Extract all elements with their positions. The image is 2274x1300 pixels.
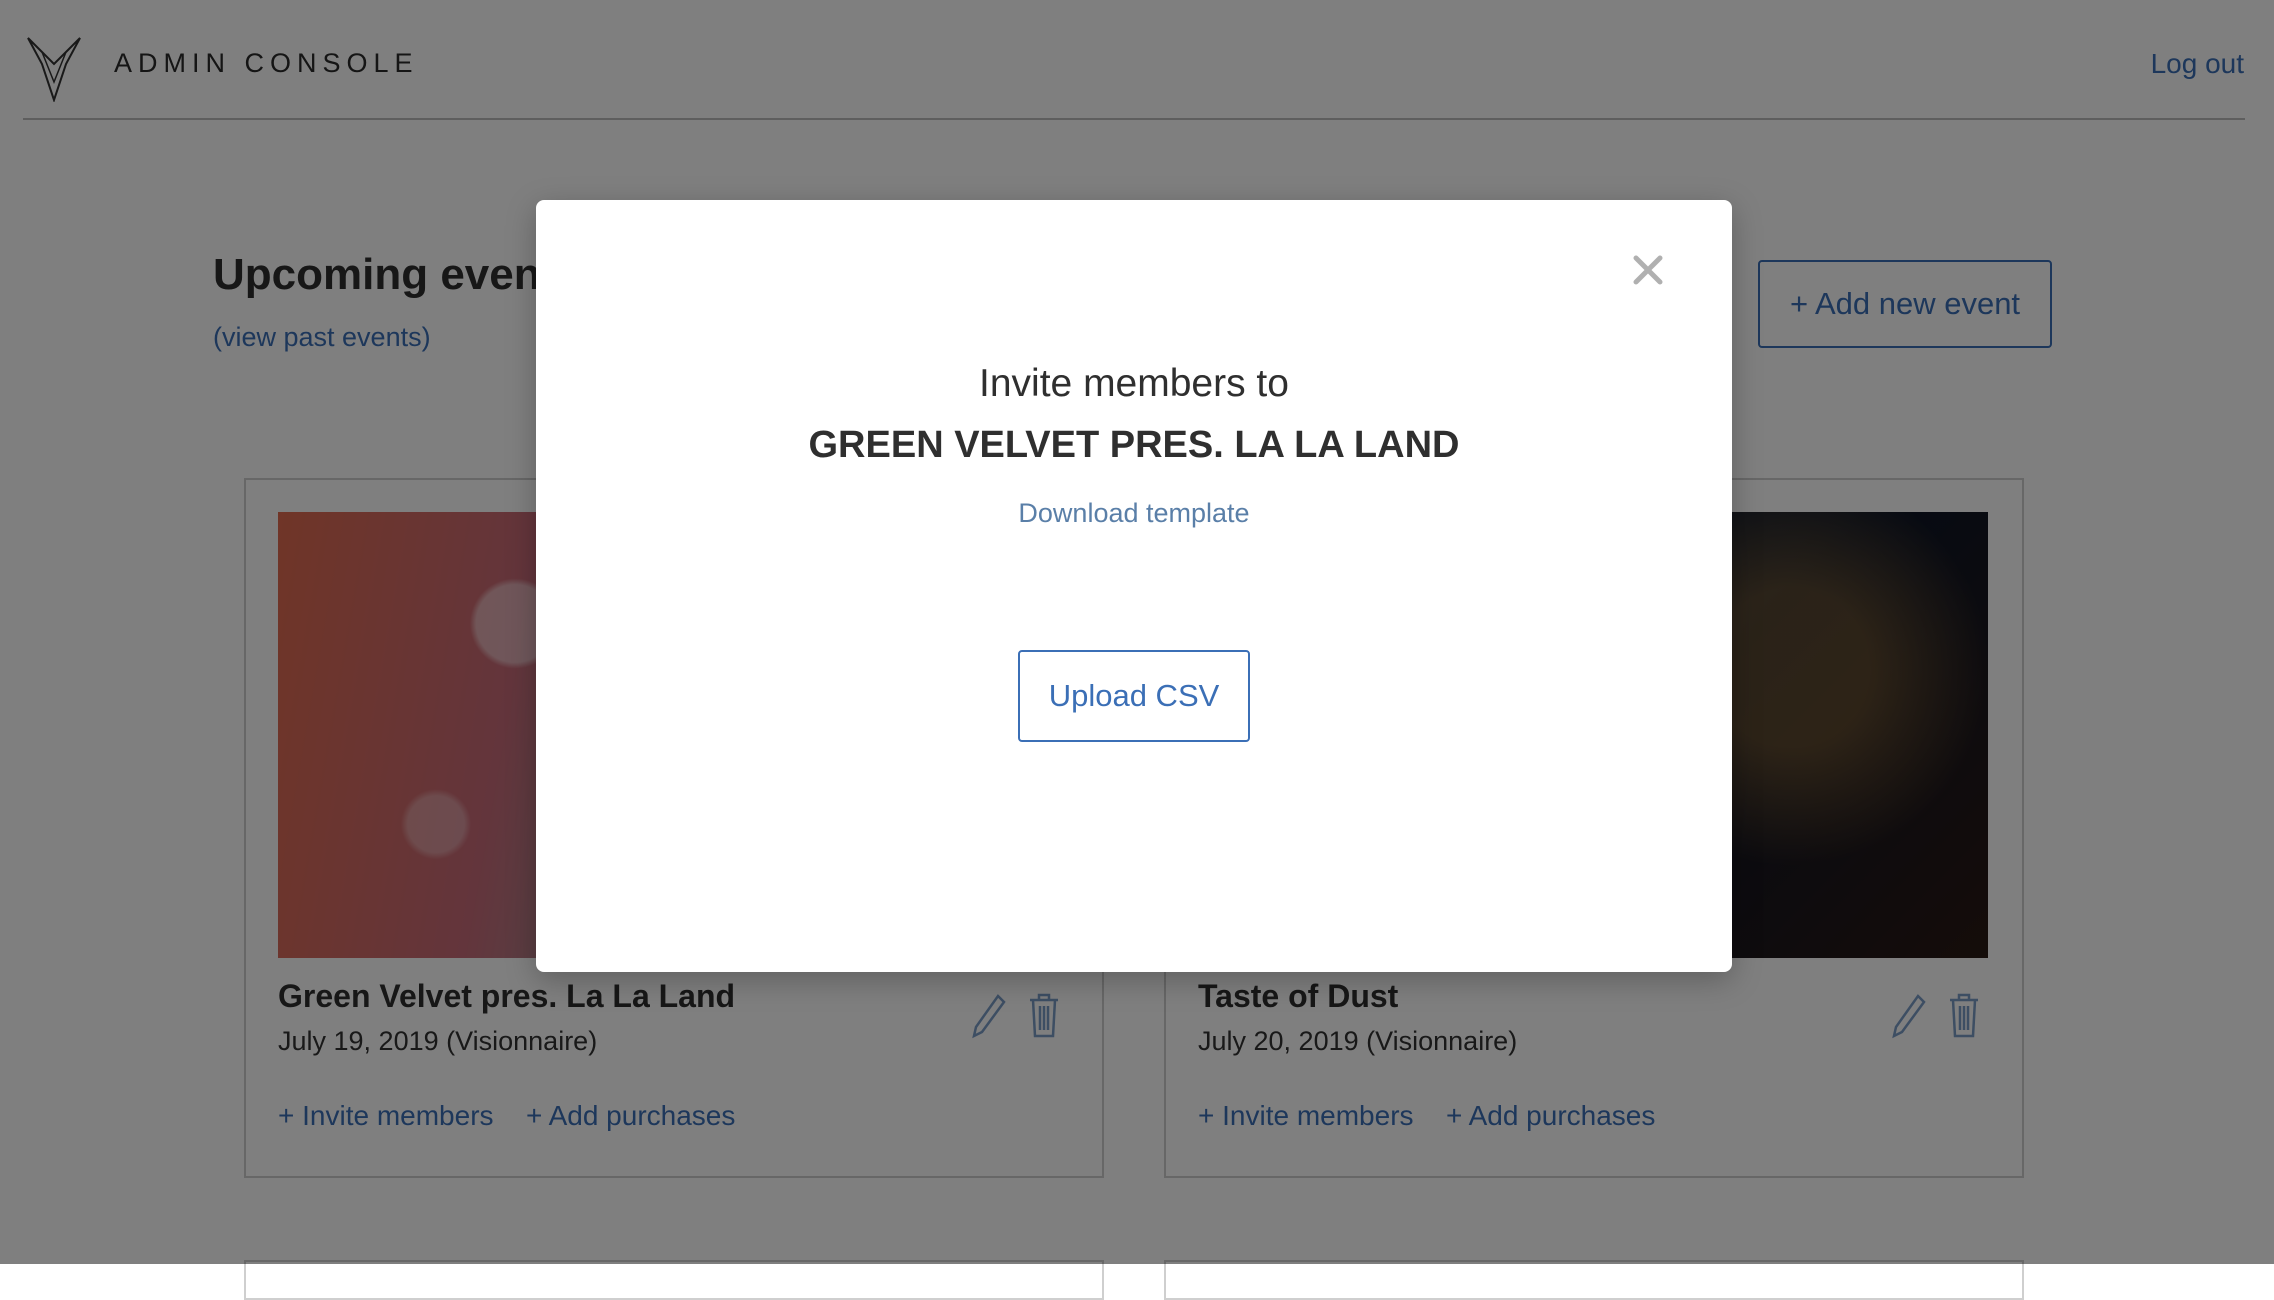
download-template-link[interactable]: Download template — [536, 498, 1732, 529]
event-card — [1164, 1260, 2024, 1300]
close-icon[interactable] — [1630, 252, 1666, 288]
invite-members-modal: Invite members to GREEN VELVET PRES. LA … — [536, 200, 1732, 972]
modal-event-name: GREEN VELVET PRES. LA LA LAND — [808, 424, 1460, 466]
modal-heading: Invite members to — [979, 362, 1289, 405]
event-card — [244, 1260, 1104, 1300]
upload-csv-button[interactable]: Upload CSV — [1018, 650, 1250, 742]
